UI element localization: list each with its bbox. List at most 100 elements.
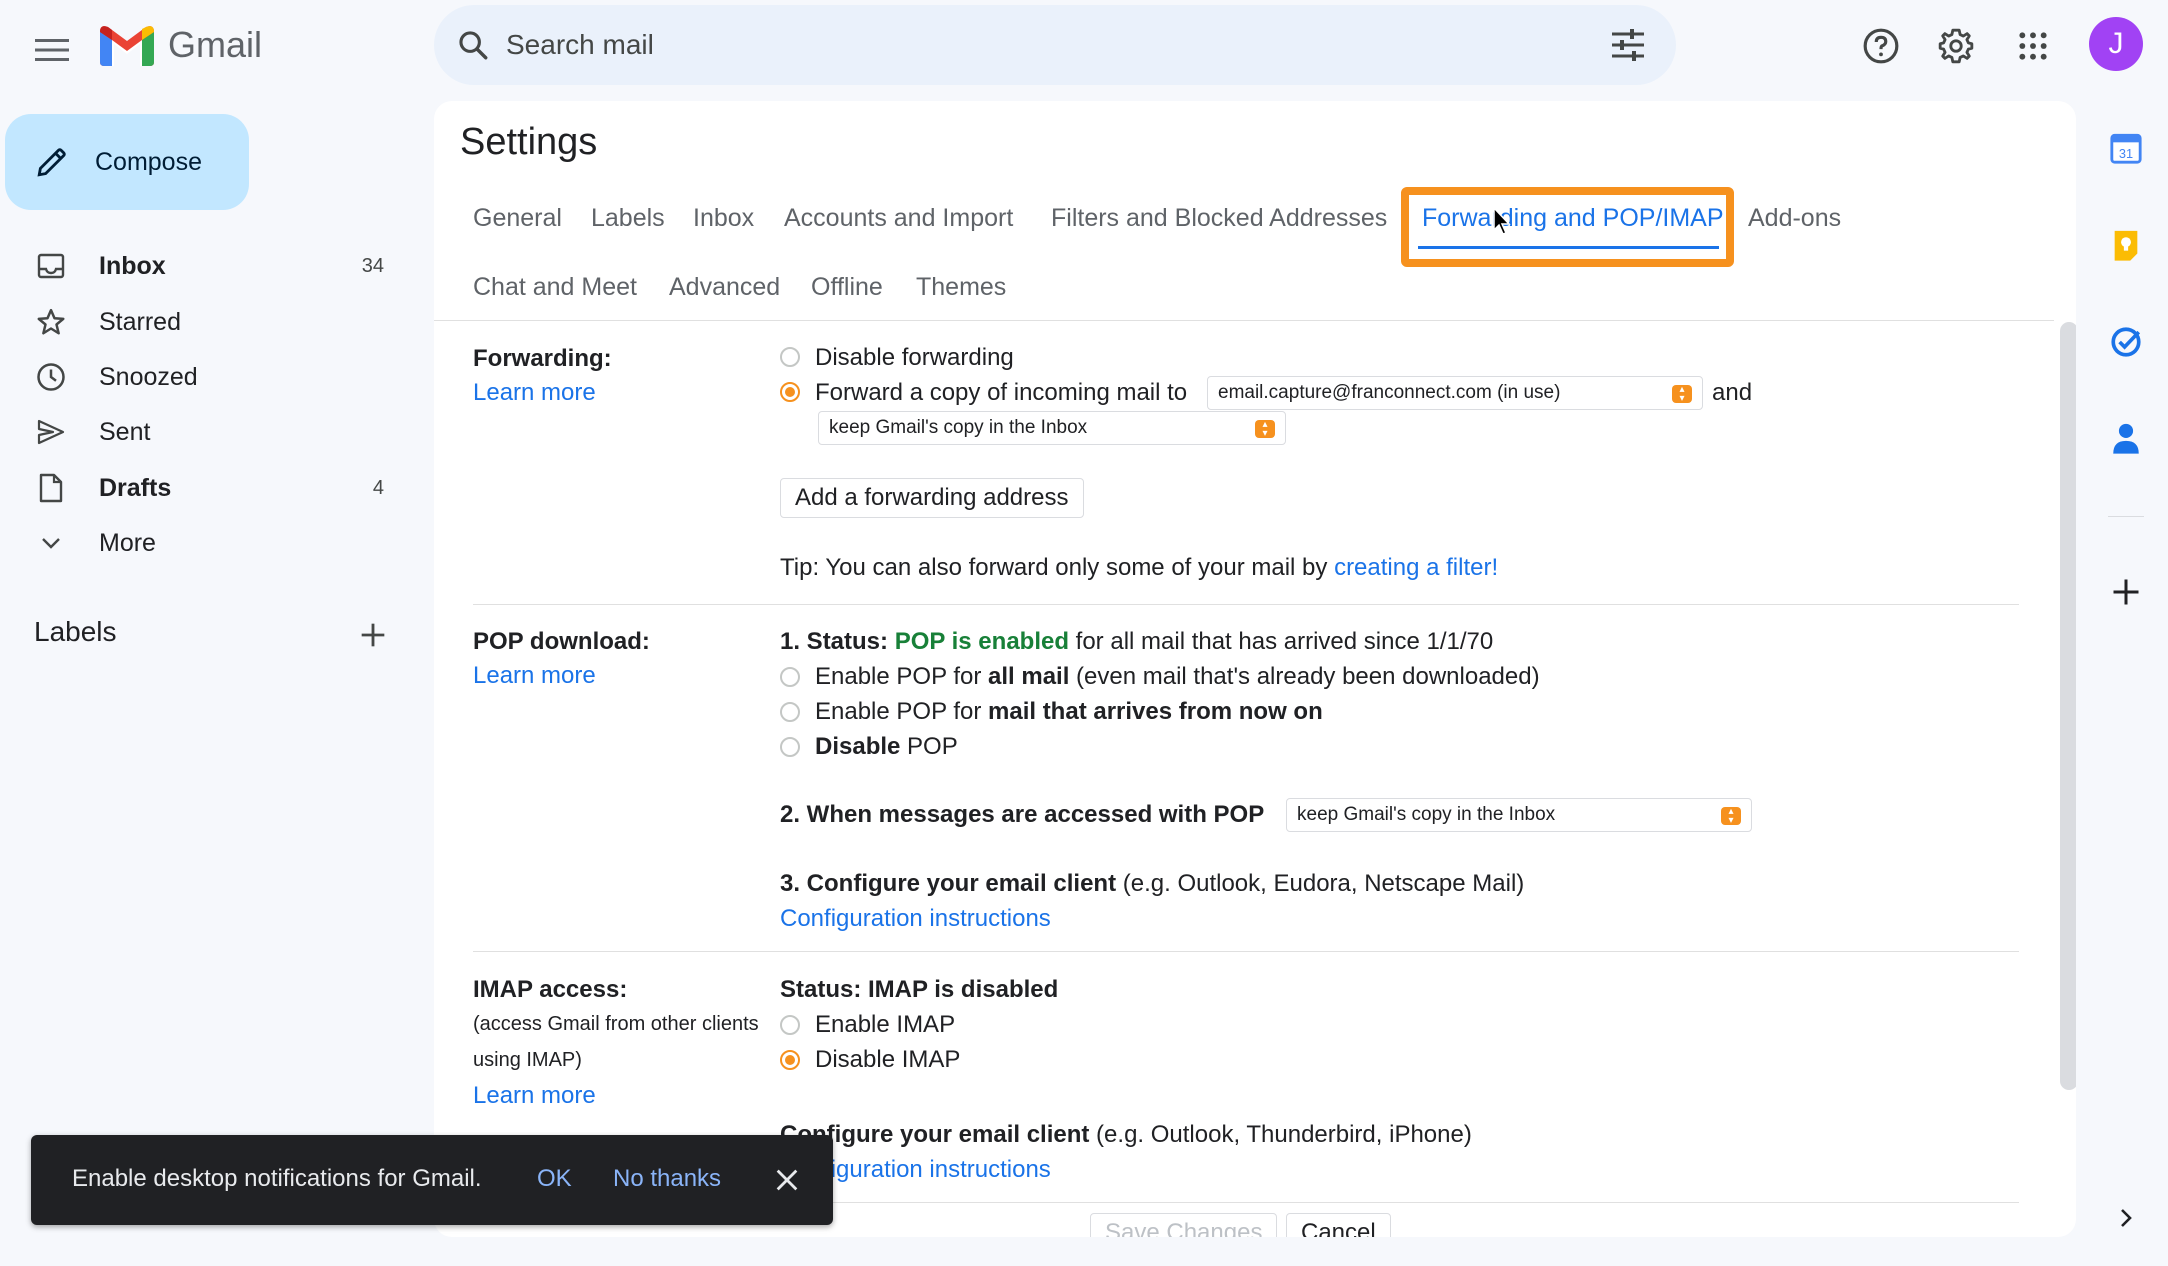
snackbar-no-thanks-button[interactable]: No thanks <box>613 1165 721 1193</box>
chevron-right-icon <box>2121 1209 2132 1227</box>
compose-button[interactable]: Compose <box>5 114 249 210</box>
tab-offline[interactable]: Offline <box>811 273 883 302</box>
nav-item-label: More <box>99 528 156 557</box>
disable-forwarding-label: Disable forwarding <box>815 344 1014 371</box>
get-addons-button[interactable] <box>2106 572 2146 612</box>
nav-item-label: Sent <box>99 417 151 446</box>
pop-configuration-instructions-link[interactable]: Configuration instructions <box>780 905 1051 933</box>
forward-address-value: email.capture@franconnect.com (in use) <box>1218 382 1561 403</box>
text: Enable POP for <box>815 663 988 690</box>
search-options-icon[interactable] <box>1610 29 1646 61</box>
labels-heading: Labels <box>34 616 117 647</box>
plus-icon <box>2113 579 2139 605</box>
show-side-panel-button[interactable] <box>2106 1198 2146 1238</box>
keep-app-button[interactable] <box>2106 225 2146 265</box>
cancel-button[interactable]: Cancel <box>1286 1213 1391 1237</box>
tab-themes[interactable]: Themes <box>916 273 1006 302</box>
tab-filters-and-blocked-addresses[interactable]: Filters and Blocked Addresses <box>1051 204 1387 233</box>
svg-text:31: 31 <box>2119 146 2133 161</box>
text: (even mail that's already been downloade… <box>1069 663 1540 690</box>
pop-status-suffix: for all mail that has arrived since 1/1/… <box>1069 628 1494 655</box>
pop-status-prefix: 1. Status: <box>780 628 895 655</box>
text-bold: 2. When messages are accessed with POP <box>780 801 1265 828</box>
imap-description-line1: (access Gmail from other clients <box>473 1013 759 1035</box>
tab-add-ons[interactable]: Add-ons <box>1748 204 1841 233</box>
settings-button[interactable] <box>1930 20 1982 72</box>
nav-item-drafts[interactable]: Drafts 4 <box>0 460 410 516</box>
search-input[interactable]: Search mail <box>506 29 1610 61</box>
search-bar[interactable]: Search mail <box>434 5 1676 85</box>
pop-disable-label: Disable POP <box>815 733 958 761</box>
pop-status: 1. Status: POP is enabled for all mail t… <box>780 628 1493 656</box>
imap-configure-text: Configure your email client (e.g. Outloo… <box>780 1121 1472 1149</box>
forward-action-select[interactable]: keep Gmail's copy in the Inbox ▴ ▾ <box>818 411 1286 445</box>
google-apps-button[interactable] <box>2007 20 2059 72</box>
close-icon[interactable] <box>773 1166 801 1194</box>
text-bold: 3. Configure your email client <box>780 870 1117 897</box>
support-button[interactable] <box>1855 20 1907 72</box>
text: (e.g. Outlook, Thunderbird, iPhone) <box>1089 1121 1472 1148</box>
nav-item-sent[interactable]: Sent <box>0 404 410 460</box>
compose-label: Compose <box>95 147 202 176</box>
nav-item-more[interactable]: More <box>0 515 410 571</box>
pop-learn-more-link[interactable]: Learn more <box>473 662 596 690</box>
pop-configure-text: 3. Configure your email client (e.g. Out… <box>780 870 1524 898</box>
tasks-app-button[interactable] <box>2106 322 2146 362</box>
forwarding-label: Forwarding: <box>473 345 612 372</box>
pop-from-now-label: Enable POP for mail that arrives from no… <box>815 698 1323 726</box>
pop-disable-radio[interactable] <box>780 737 800 757</box>
chevron-down-icon <box>36 528 66 558</box>
nav-item-inbox[interactable]: Inbox 34 <box>0 238 410 294</box>
tab-advanced[interactable]: Advanced <box>669 273 780 302</box>
nav-item-label: Starred <box>99 307 181 336</box>
forwarding-learn-more-link[interactable]: Learn more <box>473 379 596 407</box>
nav-item-snoozed[interactable]: Snoozed <box>0 349 410 405</box>
tab-accounts-and-import[interactable]: Accounts and Import <box>784 204 1013 233</box>
gmail-logo[interactable]: Gmail <box>100 20 262 70</box>
search-icon[interactable] <box>456 28 490 62</box>
tab-inbox[interactable]: Inbox <box>693 204 754 233</box>
pop-action-select[interactable]: keep Gmail's copy in the Inbox ▴ ▾ <box>1286 798 1752 832</box>
contacts-icon <box>2113 423 2139 454</box>
tabs-divider <box>434 320 2054 321</box>
create-label-button[interactable] <box>356 618 390 652</box>
imap-enable-label: Enable IMAP <box>815 1011 956 1038</box>
and-label: and <box>1712 379 1753 406</box>
imap-disable-radio[interactable] <box>780 1050 800 1070</box>
imap-enable-radio[interactable] <box>780 1015 800 1035</box>
pop-from-now-radio[interactable] <box>780 702 800 722</box>
snackbar-ok-button[interactable]: OK <box>537 1165 572 1193</box>
tip-text: Tip: You can also forward only some of y… <box>780 554 1335 581</box>
tasks-icon <box>2111 327 2141 357</box>
imap-disable-label: Disable IMAP <box>815 1046 961 1073</box>
add-forwarding-address-button[interactable]: Add a forwarding address <box>780 478 1084 518</box>
select-arrows-icon: ▴ ▾ <box>1255 420 1275 439</box>
scrollbar[interactable] <box>2060 322 2076 1090</box>
tab-chat-and-meet[interactable]: Chat and Meet <box>473 273 637 302</box>
text-bold: all mail <box>988 663 1070 690</box>
nav-item-count: 34 <box>361 254 384 277</box>
pop-all-mail-radio[interactable] <box>780 667 800 687</box>
calendar-app-button[interactable]: 31 <box>2106 128 2146 168</box>
pop-all-mail-label: Enable POP for all mail (even mail that'… <box>815 663 1540 691</box>
contacts-app-button[interactable] <box>2106 418 2146 458</box>
imap-learn-more-link[interactable]: Learn more <box>473 1082 596 1110</box>
tab-general[interactable]: General <box>473 204 562 233</box>
pencil-icon <box>37 148 66 177</box>
imap-status: Status: IMAP is disabled <box>780 976 1058 1004</box>
forward-address-select[interactable]: email.capture@franconnect.com (in use) ▴… <box>1207 376 1703 410</box>
clock-icon <box>36 362 66 392</box>
pop-action-value: keep Gmail's copy in the Inbox <box>1297 804 1556 825</box>
apps-grid-icon <box>2019 32 2047 60</box>
app-name: Gmail <box>168 24 263 65</box>
forward-copy-radio[interactable] <box>780 382 800 402</box>
create-filter-link[interactable]: creating a filter! <box>1334 554 1498 581</box>
tab-labels[interactable]: Labels <box>591 204 665 233</box>
tab-highlight-box <box>1401 187 1734 267</box>
main-menu-button[interactable] <box>26 24 78 76</box>
account-avatar[interactable]: J <box>2089 17 2143 71</box>
disable-forwarding-radio[interactable] <box>780 347 800 367</box>
pop-when-label: 2. When messages are accessed with POP <box>780 801 1264 829</box>
nav-item-starred[interactable]: Starred <box>0 294 410 350</box>
save-changes-button[interactable]: Save Changes <box>1090 1213 1278 1237</box>
